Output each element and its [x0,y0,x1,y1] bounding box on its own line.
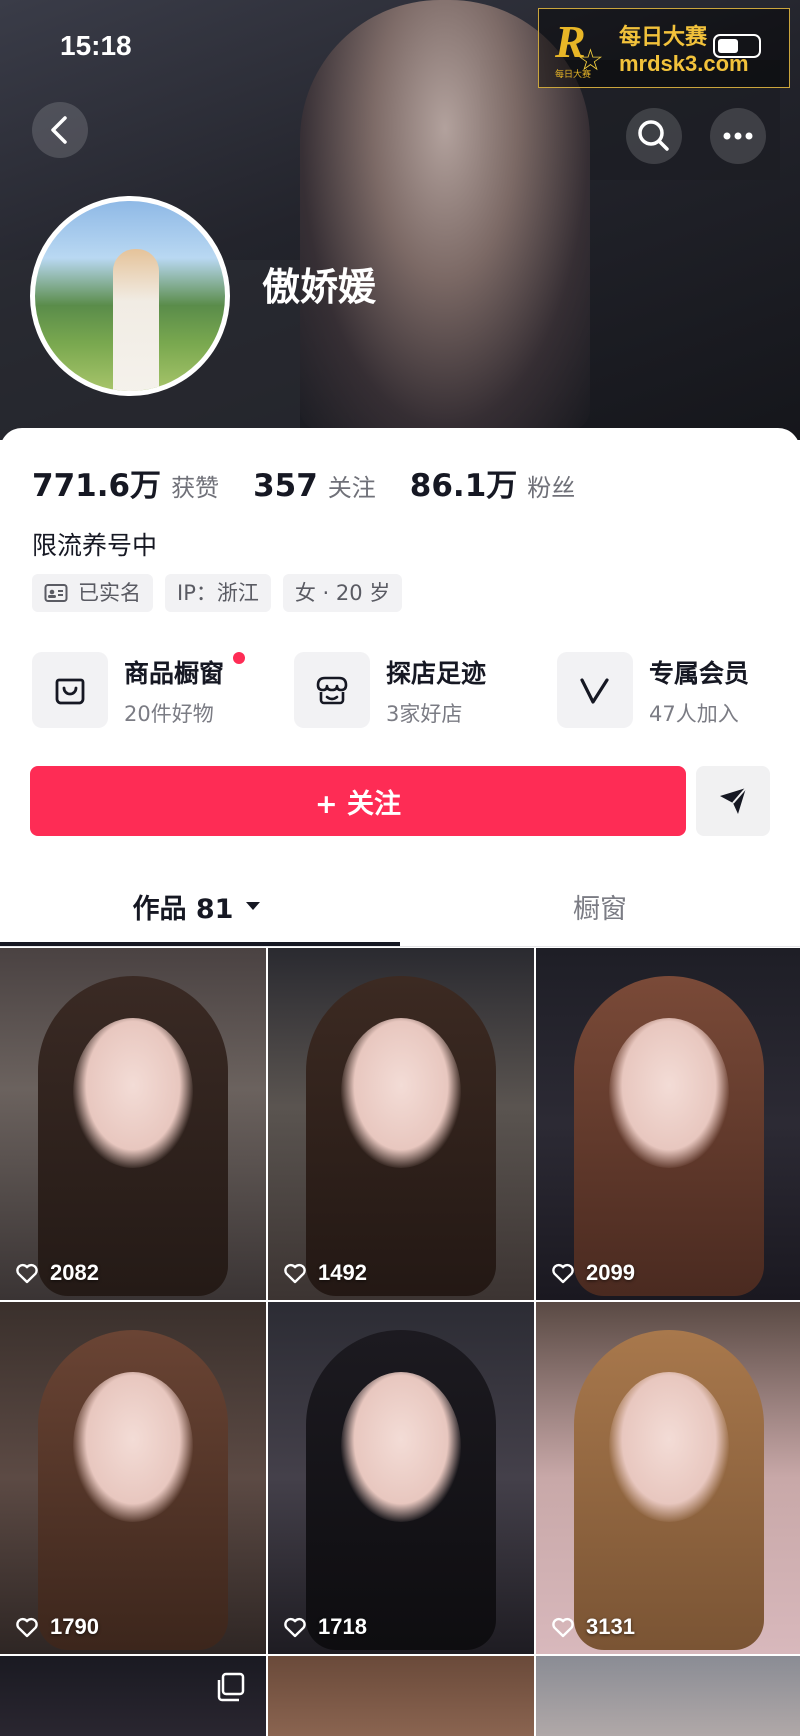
feature-subtitle: 3家好店 [386,702,463,726]
feature-title: 探店足迹 [386,659,487,688]
profile-stats: 771.6万 获赞 357 关注 86.1万 粉丝 [32,460,609,505]
like-count-value: 3131 [586,1614,635,1639]
video-thumbnail[interactable]: 1718 [268,1302,534,1654]
following-label[interactable]: 关注 [328,468,376,503]
like-count: 1718 [282,1614,367,1640]
like-count: 1790 [14,1614,99,1640]
feature-membership[interactable]: 专属会员 47人加入 [557,652,800,730]
like-count-value: 2099 [586,1260,635,1285]
feature-title: 专属会员 [649,659,750,688]
verified-tag-label: 已实名 [78,581,141,605]
like-count-value: 1492 [318,1260,367,1285]
thumbnail-face [73,1018,193,1169]
search-button[interactable] [626,108,682,164]
multi-image-icon [217,1672,245,1702]
like-count-value: 1790 [50,1614,99,1639]
followers-label[interactable]: 粉丝 [527,468,575,503]
avatar-figure [113,249,159,391]
likes-count: 771.6万 [32,468,162,504]
ip-tag-label: IP：浙江 [177,581,259,605]
feature-store-visits[interactable]: 探店足迹 3家好店 [294,652,544,730]
heart-icon [284,1263,306,1284]
video-thumbnail[interactable]: 1492 [268,948,534,1300]
feature-icon-box [294,652,370,728]
heart-icon [16,1263,38,1284]
profile-bio: 限流养号中 [32,531,158,560]
gender-age-label: 女 · 20 岁 [294,581,391,605]
membership-v-icon [580,678,609,704]
video-thumbnail[interactable] [268,1656,534,1736]
more-dots-icon [723,132,753,140]
tab-works[interactable]: 作品 81 [0,866,400,946]
feature-icon-box [32,652,108,728]
video-thumbnail[interactable]: 2099 [536,948,800,1300]
like-count: 3131 [550,1614,635,1640]
tab-works-label: 作品 81 [132,893,234,925]
gender-age-tag: 女 · 20 岁 [282,574,403,612]
store-icon [316,676,348,705]
notification-dot [233,652,245,664]
feature-showcase[interactable]: 商品橱窗 20件好物 [32,652,282,730]
caret-down-icon [246,902,261,910]
thumbnail-face [73,1372,193,1523]
video-thumbnail[interactable] [536,1656,800,1736]
heart-icon [284,1617,306,1638]
feature-icon-box [557,652,633,728]
heart-icon [552,1617,574,1638]
thumbnail-face [609,1372,729,1523]
username: 傲娇媛 [262,265,377,309]
message-button[interactable] [696,766,770,836]
like-count: 2082 [14,1260,99,1286]
tab-divider [0,946,800,947]
heart-icon [552,1263,574,1284]
thumbnail-face [341,1018,461,1169]
watermark-small-text: 每日大赛 [555,70,592,80]
verified-tag: 已实名 [32,574,153,612]
status-time: 15:18 [60,30,132,61]
like-count: 2099 [550,1260,635,1286]
like-count-value: 1718 [318,1614,367,1639]
like-count: 1492 [282,1260,367,1286]
chevron-left-icon [51,116,67,144]
thumbnail-face [609,1018,729,1169]
back-button[interactable] [32,102,88,158]
likes-label: 获赞 [171,474,220,502]
paper-plane-icon [720,787,747,814]
following-count[interactable]: 357 [253,468,318,504]
video-thumbnail[interactable]: 1790 [0,1302,266,1654]
more-button[interactable] [710,108,766,164]
avatar[interactable] [30,196,230,396]
follow-button[interactable]: + 关注 [30,766,686,836]
tab-showcase-label: 橱窗 [573,893,627,925]
ip-tag: IP：浙江 [165,574,271,612]
id-card-icon [44,584,68,602]
thumbnail-face [341,1372,461,1523]
tab-showcase[interactable]: 橱窗 [400,866,800,946]
feature-subtitle: 20件好物 [124,702,214,726]
profile-tags: 已实名 IP：浙江 女 · 20 岁 [32,574,403,612]
shopping-bag-icon [55,678,85,705]
like-count-value: 2082 [50,1260,99,1285]
watermark-title: 每日大赛 [619,25,708,50]
feature-subtitle: 47人加入 [649,702,739,726]
video-thumbnail[interactable]: 3131 [536,1302,800,1654]
video-thumbnail[interactable]: 2082 [0,948,266,1300]
search-icon [638,120,669,151]
feature-title: 商品橱窗 [124,659,225,688]
video-thumbnail[interactable] [0,1656,266,1736]
heart-icon [16,1617,38,1638]
followers-count[interactable]: 86.1万 [410,460,518,505]
battery-icon [713,34,761,58]
